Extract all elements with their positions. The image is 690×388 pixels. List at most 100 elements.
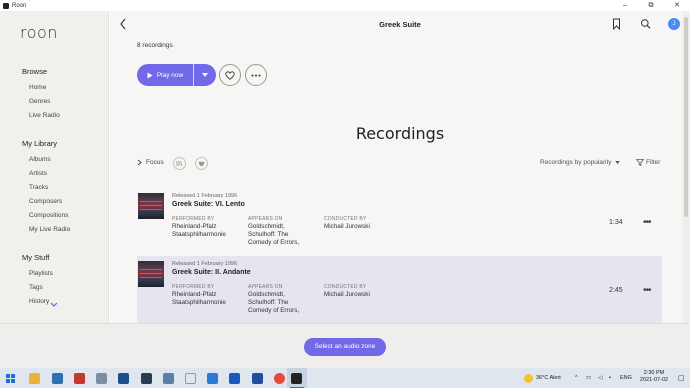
appears-on-label: APPEARS ON [248,216,283,222]
recordings-count: 8 recordings [137,42,173,49]
roon-logo[interactable]: roon [20,23,58,42]
app-icon[interactable] [207,373,218,384]
file-explorer-icon[interactable] [29,373,40,384]
sidebar-item-genres[interactable]: Genres [29,98,50,105]
album-link[interactable]: Goldschmidt, Schulhoff: The Comedy of Er… [248,291,299,315]
roon-icon [291,373,302,384]
roon-app-icon [3,2,9,9]
focus-toggle[interactable]: Focus [137,159,164,166]
sidebar-item-tags[interactable]: Tags [29,284,43,291]
chrome-icon[interactable] [274,373,285,384]
search-icon[interactable] [640,18,651,30]
recording-title[interactable]: Greek Suite: VI. Lento [172,201,245,208]
minimize-button[interactable]: – [612,0,638,11]
window-titlebar: Roon – ⧉ ✕ [0,0,690,11]
sidebar-item-home[interactable]: Home [29,84,46,91]
library-filter-button[interactable] [173,157,186,170]
sidebar-item-albums[interactable]: Albums [29,156,51,163]
sidebar-item-my-live-radio[interactable]: My Live Radio [29,226,70,233]
row-more-button[interactable]: ••• [643,285,651,296]
album-line: Schulhoff: The [248,231,289,238]
word-icon[interactable] [229,373,240,384]
sidebar-item-live-radio[interactable]: Live Radio [29,112,60,119]
conductor-link[interactable]: Michail Jurowski [324,291,370,299]
chevron-right-icon [137,159,142,166]
performer-link[interactable]: Rheinland-Pfalz Staatsphilharmonie [172,291,226,307]
app-icon[interactable] [185,373,196,384]
language-indicator[interactable]: ENG [620,375,632,381]
tray-app-icon[interactable]: ▪ [609,375,611,381]
recording-row[interactable]: Released 1 February 1996 Greek Suite: VI… [137,188,662,256]
library-icon [176,161,183,166]
mail-icon[interactable] [52,373,63,384]
chevron-down-icon[interactable] [50,302,58,308]
sidebar-item-artists[interactable]: Artists [29,170,47,177]
release-date: Released 1 February 1996 [172,261,238,267]
focus-label: Focus [146,159,164,166]
close-button[interactable]: ✕ [664,0,690,11]
app-icon[interactable] [141,373,152,384]
album-cover[interactable] [138,193,164,219]
sidebar-item-tracks[interactable]: Tracks [29,184,48,191]
volume-icon[interactable]: ◁ [598,375,602,381]
sort-dropdown[interactable]: Recordings by popularity [540,159,621,166]
sidebar-item-playlists[interactable]: Playlists [29,270,53,277]
recording-row[interactable]: Released 1 February 1996 Greek Suite: II… [137,256,662,324]
avatar[interactable]: J [668,18,680,30]
word-icon[interactable] [252,373,263,384]
app-icon[interactable] [118,373,129,384]
main-scrollbar[interactable] [682,11,690,323]
windows-start-icon[interactable] [5,373,16,384]
performer-line: Staatsphilharmonie [172,299,226,306]
network-icon[interactable]: ▭ [586,375,591,381]
favorite-button[interactable] [219,64,241,86]
scrollbar-thumb[interactable] [684,17,688,217]
maximize-button[interactable]: ⧉ [638,0,664,11]
performer-line: Rheinland-Pfalz [172,291,217,298]
play-now-button[interactable]: Play now [137,64,216,86]
more-options-button[interactable] [245,64,267,86]
sidebar-item-composers[interactable]: Composers [29,198,62,205]
row-more-button[interactable]: ••• [643,217,651,228]
app-icon[interactable] [74,373,85,384]
play-now-main[interactable]: Play now [137,64,193,86]
clock-time: 2:30 PM [643,370,665,376]
release-date: Released 1 February 1996 [172,193,238,199]
duration: 2:45 [609,287,623,294]
filter-button[interactable]: Filter [636,159,660,166]
album-line: Comedy of Errors, [248,307,300,314]
more-dots-icon [251,74,261,76]
performed-by-label: PERFORMED BY [172,216,215,222]
app-icon[interactable] [96,373,107,384]
play-options-dropdown[interactable] [194,64,216,86]
weather-icon[interactable] [524,374,533,383]
caret-down-icon [202,73,208,77]
sidebar-item-history[interactable]: History [29,298,49,305]
weather-text[interactable]: 36°C Alert [536,375,561,381]
clock-date: 2021-07-02 [639,377,669,383]
bookmark-icon[interactable] [611,18,622,30]
conducted-by-label: CONDUCTED BY [324,216,367,222]
sidebar-item-compositions[interactable]: Compositions [29,212,68,219]
favorites-filter-button[interactable] [195,157,208,170]
nav-heading-browse: Browse [22,67,48,76]
recording-title[interactable]: Greek Suite: II. Andante [172,269,251,276]
sidebar: roon [0,11,109,323]
taskbar-clock[interactable]: 2:30 PM 2021-07-02 [636,370,672,384]
nav-heading-my-stuff: My Stuff [22,253,50,262]
nav-heading-my-library: My Library [22,139,58,148]
tray-overflow-icon[interactable]: ^ [575,375,578,381]
album-cover[interactable] [138,261,164,287]
heart-icon [225,70,235,80]
app-icon[interactable] [163,373,174,384]
performer-link[interactable]: Rheinland-Pfalz Staatsphilharmonie [172,223,226,239]
sort-label: Recordings by popularity [540,159,612,166]
album-link[interactable]: Goldschmidt, Schulhoff: The Comedy of Er… [248,223,299,247]
filter-icon [636,159,644,166]
notification-icon[interactable]: ▢ [678,374,685,382]
performed-by-label: PERFORMED BY [172,284,215,290]
performer-line: Rheinland-Pfalz [172,223,217,230]
select-audio-zone-button[interactable]: Select an audio zone [304,338,386,356]
conductor-link[interactable]: Michail Jurowski [324,223,370,231]
page-title: Greek Suite [379,20,421,29]
